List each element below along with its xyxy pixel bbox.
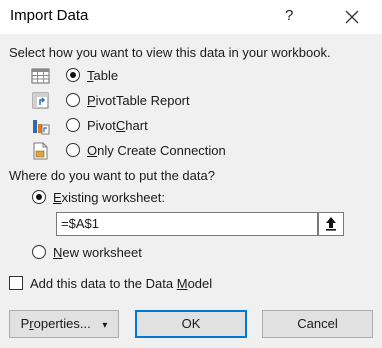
view-prompt: Select how you want to view this data in… bbox=[9, 45, 331, 60]
access-key: O bbox=[87, 143, 98, 158]
option-pivottable-label[interactable]: PivotTable Report bbox=[87, 93, 190, 108]
table-icon bbox=[31, 68, 50, 84]
label-part: odel bbox=[187, 276, 213, 291]
put-prompt: Where do you want to put the data? bbox=[9, 168, 215, 183]
access-key: E bbox=[53, 190, 62, 205]
label-part: ivotTable Report bbox=[95, 93, 190, 108]
properties-button[interactable]: Properties... ▾ bbox=[9, 310, 119, 338]
label-part: P bbox=[20, 316, 30, 331]
cell-reference-input[interactable]: =$A$1 bbox=[56, 212, 318, 236]
radio-pivottable[interactable] bbox=[66, 93, 80, 107]
pivottable-icon bbox=[32, 92, 49, 109]
chevron-down-icon: ▾ bbox=[102, 320, 108, 331]
radio-table[interactable] bbox=[66, 68, 80, 82]
label-part: operties... bbox=[33, 316, 91, 331]
access-key: P bbox=[87, 93, 96, 108]
radio-new-worksheet[interactable] bbox=[32, 245, 46, 259]
access-key: C bbox=[115, 118, 126, 133]
option-table-label[interactable]: Table bbox=[87, 68, 118, 83]
close-icon[interactable] bbox=[340, 6, 364, 28]
collapse-arrow-icon bbox=[326, 217, 336, 231]
option-connection-label[interactable]: Only Create Connection bbox=[87, 143, 226, 158]
title-bar: Import Data ? bbox=[0, 0, 382, 34]
cancel-button[interactable]: Cancel bbox=[262, 310, 373, 338]
pivotchart-icon bbox=[33, 120, 50, 135]
label-part: able bbox=[93, 68, 119, 83]
connection-icon bbox=[33, 142, 48, 160]
help-button[interactable]: ? bbox=[285, 7, 293, 24]
new-worksheet-label[interactable]: New worksheet bbox=[53, 245, 142, 260]
access-key: M bbox=[176, 276, 188, 291]
dialog-title: Import Data bbox=[10, 7, 89, 24]
ok-button[interactable]: OK bbox=[135, 310, 247, 338]
existing-worksheet-label[interactable]: Existing worksheet: bbox=[53, 190, 165, 205]
radio-existing-worksheet[interactable] bbox=[32, 190, 46, 204]
label-part: hart bbox=[125, 118, 148, 133]
option-pivotchart-label[interactable]: PivotChart bbox=[87, 118, 148, 133]
data-model-checkbox[interactable] bbox=[9, 276, 23, 290]
radio-pivotchart[interactable] bbox=[66, 118, 80, 132]
collapse-dialog-button[interactable] bbox=[318, 212, 344, 236]
label-part: Pivot bbox=[87, 118, 116, 133]
access-key: N bbox=[53, 245, 63, 260]
label-part: ew worksheet bbox=[62, 245, 142, 260]
data-model-label[interactable]: Add this data to the Data Model bbox=[30, 276, 212, 291]
label-part: Add this data to the Data bbox=[30, 276, 177, 291]
radio-connection-only[interactable] bbox=[66, 143, 80, 157]
label-part: nly Create Connection bbox=[97, 143, 226, 158]
label-part: xisting worksheet: bbox=[61, 190, 165, 205]
